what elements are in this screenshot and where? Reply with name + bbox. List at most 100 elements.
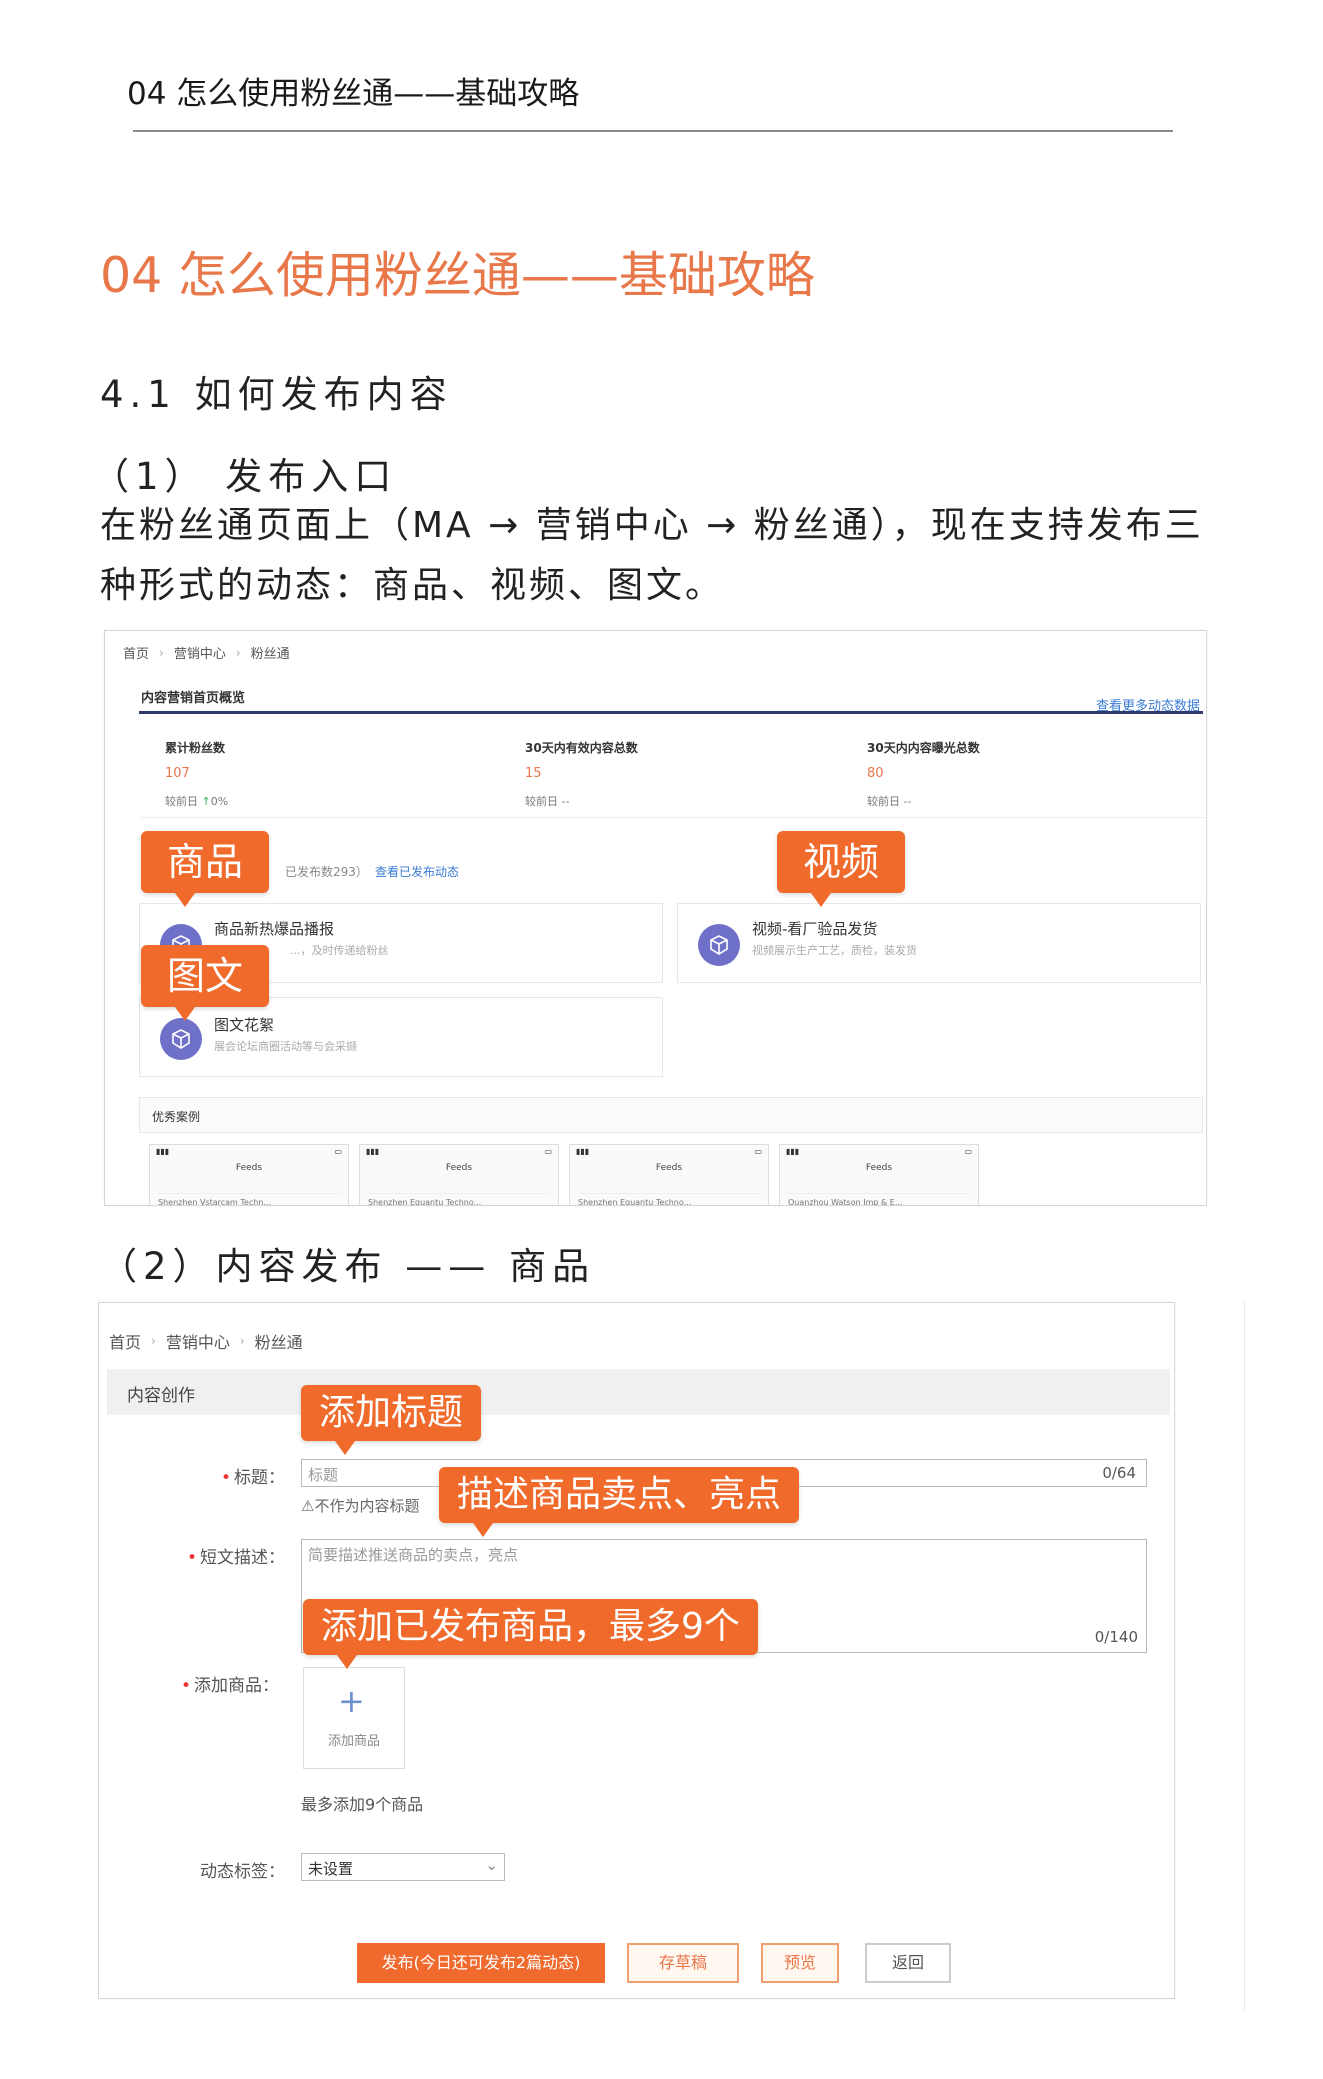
- section-header: 内容创作: [107, 1369, 1170, 1415]
- arrow-up-icon: ↑: [201, 795, 211, 808]
- publish-button[interactable]: 发布(今日还可发布2篇动态): [357, 1943, 605, 1983]
- stat-content: 30天内有效内容总数 15 较前日 --: [525, 739, 638, 809]
- step1-text: 在粉丝通页面上（MA → 营销中心 → 粉丝通），现在支持发布三种形式的动态：商…: [100, 505, 1204, 606]
- stat-label: 累计粉丝数: [165, 741, 226, 755]
- save-draft-button[interactable]: 存草稿: [627, 1943, 739, 1983]
- chevron-down-icon: ⌄: [485, 1856, 498, 1874]
- case-phone[interactable]: ▮▮▮ ▭ Feeds Shenzhen Vstarcam Techn...: [149, 1144, 349, 1205]
- case-phone[interactable]: ▮▮▮ ▭ Feeds Quanzhou Watson Imp & E...: [779, 1144, 979, 1205]
- card-title: 图文花絮: [214, 1016, 275, 1034]
- breadcrumb-marketing[interactable]: 营销中心: [174, 643, 226, 662]
- preview-button[interactable]: 预览: [761, 1943, 839, 1983]
- goods-label: • 添加商品：: [139, 1671, 279, 1696]
- desc-label: • 短文描述：: [145, 1543, 285, 1568]
- card-desc: 视频展示生产工艺，质检，装发货: [752, 944, 917, 957]
- title-label: • 标题：: [145, 1463, 285, 1488]
- desc-label-text: 短文描述：: [200, 1548, 285, 1568]
- step1-title: （1） 发布入口: [92, 455, 398, 498]
- header-divider: [133, 130, 1173, 132]
- side-rule: [1244, 1302, 1245, 2012]
- phone-row: Quanzhou Watson Imp & E...: [788, 1193, 970, 1205]
- breadcrumb-marketing[interactable]: 营销中心: [166, 1329, 230, 1353]
- phone-title: Feeds: [235, 1163, 263, 1173]
- divider: [141, 817, 1205, 818]
- chevron-right-icon: ›: [151, 1334, 156, 1348]
- card-graphic[interactable]: 图文花絮 展会论坛商圈活动等与会采撷: [139, 997, 663, 1077]
- phone-row: Shenzhen Vstarcam Techn...: [158, 1193, 340, 1205]
- tag-label: 动态标签：: [200, 1862, 285, 1882]
- battery-icon: ▭: [544, 1147, 552, 1156]
- back-button[interactable]: 返回: [865, 1943, 951, 1983]
- step2-title: （2）内容发布 —— 商品: [100, 1245, 596, 1288]
- chevron-right-icon: ›: [159, 645, 164, 660]
- section-heading: 4.1 如何发布内容: [100, 373, 453, 416]
- overview-title: 内容营销首页概览: [141, 691, 246, 706]
- stat-compare: 较前日 ↑0%: [165, 793, 228, 809]
- breadcrumb-home[interactable]: 首页: [123, 643, 149, 662]
- goods-label-text: 添加商品：: [194, 1676, 279, 1696]
- chevron-right-icon: ›: [235, 645, 241, 660]
- cases-title: 优秀案例: [152, 1110, 201, 1124]
- desc-placeholder: 简要描述推送商品的卖点，亮点: [308, 1546, 519, 1564]
- phone-row: Shenzhen Equantu Techno...: [578, 1193, 760, 1205]
- stat-compare: 较前日 --: [867, 795, 912, 808]
- callout-add-title: 添加标题: [301, 1385, 482, 1455]
- status-bar: ▮▮▮ ▭: [150, 1145, 348, 1159]
- card-video[interactable]: 视频-看厂验品发货 视频展示生产工艺，质检，装发货: [677, 903, 1201, 983]
- card-desc: 展会论坛商圈活动等与会采撷: [214, 1040, 357, 1053]
- goods-hint: 最多添加9个商品: [301, 1795, 424, 1814]
- page-title: 04 怎么使用粉丝通——基础攻略: [100, 247, 815, 304]
- card-desc: ...，及时传递给粉丝: [290, 944, 389, 957]
- breadcrumb-home[interactable]: 首页: [109, 1329, 141, 1353]
- tag-select[interactable]: 未设置 ⌄: [301, 1853, 505, 1881]
- signal-icon: ▮▮▮: [156, 1147, 170, 1156]
- published-count: 已发布数293）: [285, 865, 368, 879]
- stat-value: 107: [165, 766, 190, 781]
- cube-icon: [160, 1018, 202, 1060]
- battery-icon: ▭: [334, 1147, 342, 1156]
- status-bar: ▮▮▮ ▭: [360, 1145, 558, 1159]
- breadcrumb-fans: 粉丝通: [250, 647, 290, 662]
- add-goods-label: 添加商品: [327, 1734, 380, 1749]
- signal-icon: ▮▮▮: [786, 1147, 800, 1156]
- title-label-text: 标题：: [234, 1468, 285, 1488]
- stat-compare: 较前日 --: [525, 795, 570, 808]
- screenshot-fans-home: 首页 › 营销中心 › 粉丝通 内容营销首页概览 查看更多动态数据 累计粉丝数 …: [104, 630, 1207, 1206]
- status-bar: ▮▮▮ ▭: [780, 1145, 978, 1159]
- title-counter: 0/64: [1102, 1464, 1136, 1482]
- required-star: •: [180, 1676, 191, 1696]
- case-phone[interactable]: ▮▮▮ ▭ Feeds Shenzhen Equantu Techno...: [359, 1144, 559, 1205]
- compare-delta: 0%: [210, 795, 229, 808]
- callout-video: 视频: [777, 831, 906, 907]
- status-bar: ▮▮▮ ▭: [570, 1145, 768, 1159]
- stat-fans: 累计粉丝数 107 较前日 ↑0%: [165, 739, 228, 809]
- card-title: 视频-看厂验品发货: [752, 920, 878, 938]
- battery-icon: ▭: [754, 1147, 762, 1156]
- phone-title: Feeds: [655, 1163, 683, 1173]
- title-placeholder: 标题: [308, 1466, 339, 1484]
- signal-icon: ▮▮▮: [366, 1147, 380, 1156]
- stat-value: 15: [525, 766, 542, 781]
- signal-icon: ▮▮▮: [576, 1147, 590, 1156]
- stat-exposure: 30天内内容曝光总数 80 较前日 --: [867, 739, 980, 809]
- callout-describe: 描述商品卖点、亮点: [439, 1467, 800, 1537]
- screenshot-content-create: 首页 › 营销中心 › 粉丝通 内容创作 • 标题： 标题 0/64 ⚠不作为内容…: [98, 1302, 1175, 1999]
- phone-title: Feeds: [865, 1163, 893, 1173]
- section-title: 内容创作: [127, 1386, 195, 1406]
- phone-title: Feeds: [445, 1163, 473, 1173]
- case-phone[interactable]: ▮▮▮ ▭ Feeds Shenzhen Equantu Techno...: [569, 1144, 769, 1205]
- overview-underline: [139, 711, 1203, 714]
- stat-value: 80: [867, 766, 884, 781]
- chevron-right-icon: ›: [239, 1334, 245, 1348]
- published-link[interactable]: 查看已发布动态: [375, 863, 459, 880]
- title-hint: ⚠不作为内容标题: [301, 1497, 420, 1515]
- battery-icon: ▭: [964, 1147, 972, 1156]
- breadcrumb-fans: 粉丝通: [254, 1333, 303, 1352]
- add-goods-button[interactable]: + 添加商品: [303, 1667, 405, 1769]
- callout-goods: 商品: [141, 831, 270, 907]
- stat-label: 30天内内容曝光总数: [867, 741, 980, 755]
- breadcrumb: 首页 › 营销中心 › 粉丝通: [123, 643, 290, 663]
- required-star: •: [186, 1548, 197, 1568]
- required-star: •: [220, 1468, 231, 1488]
- plus-icon: +: [338, 1682, 365, 1720]
